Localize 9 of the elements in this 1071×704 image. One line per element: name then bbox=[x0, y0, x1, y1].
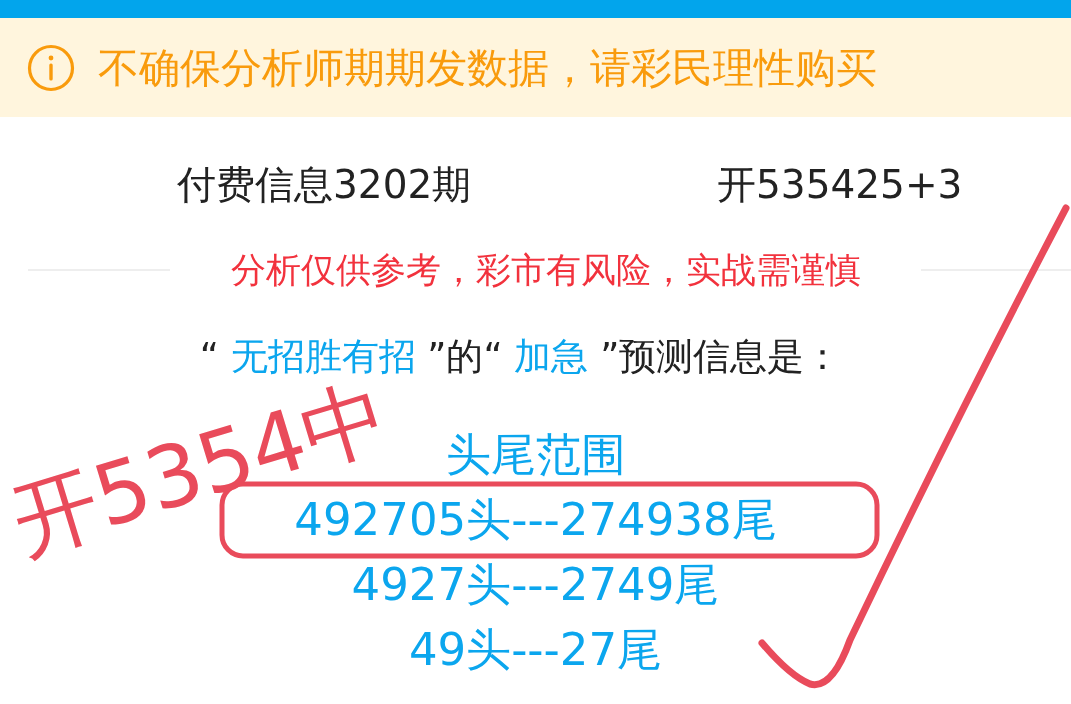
prediction-line: 4927头---2749尾 bbox=[351, 561, 720, 609]
issue-title: 付费信息3202期 bbox=[177, 163, 472, 207]
prediction-line: 49头---27尾 bbox=[408, 626, 663, 674]
draw-result: 开535425+3 bbox=[717, 163, 963, 207]
intro-sentence: “ 无招胜有招 ”的“ 加急 ”预测信息是： bbox=[199, 335, 842, 379]
prediction-title: 头尾范围 bbox=[445, 431, 626, 479]
info-icon bbox=[27, 43, 75, 92]
notice-text: 不确保分析师期期发数据，请彩民理性购买 bbox=[98, 43, 877, 92]
disclaimer-text: 分析仅供参考，彩市有风险，实战需谨慎 bbox=[230, 250, 861, 290]
